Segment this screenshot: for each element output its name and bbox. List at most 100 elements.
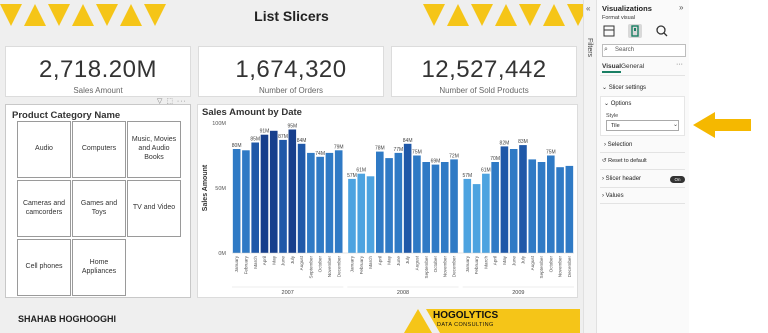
bar xyxy=(556,167,564,253)
month-tick-label: July xyxy=(405,255,410,264)
month-tick-label: April xyxy=(262,256,267,265)
bar xyxy=(376,151,384,253)
bar xyxy=(450,159,458,253)
data-label: 75M xyxy=(546,150,556,156)
kpi-label: Sales Amount xyxy=(73,86,123,95)
bar xyxy=(242,150,250,253)
kpi-card-number-of-sold-products[interactable]: 12,527,442 Number of Sold Products xyxy=(391,46,577,97)
values-section[interactable]: › Values xyxy=(602,193,624,199)
month-tick-label: February xyxy=(359,255,364,274)
bar xyxy=(463,178,472,253)
data-label: 78M xyxy=(375,146,385,152)
options-section[interactable]: ⌄ Options xyxy=(604,100,631,107)
bar xyxy=(403,143,412,253)
slicer-header-label: Slicer header xyxy=(605,176,642,182)
chevron-down-icon[interactable]: ⌄ xyxy=(673,121,678,128)
collapse-pane-icon[interactable]: » xyxy=(679,3,683,12)
data-label: 75M xyxy=(412,150,422,156)
bar xyxy=(394,152,403,253)
month-tick-label: June xyxy=(511,256,516,266)
year-tick-label: 2007 xyxy=(282,290,294,296)
slicer-tile-tv-video[interactable]: TV and Video xyxy=(127,180,181,237)
slicer-tile-games-toys[interactable]: Games and Toys xyxy=(72,180,126,237)
selection-section[interactable]: › Selection xyxy=(604,142,632,148)
month-tick-label: July xyxy=(290,255,295,264)
month-tick-label: May xyxy=(387,255,392,264)
bar xyxy=(334,150,343,253)
filters-pane-label[interactable]: Filters xyxy=(586,38,593,57)
more-options-icon[interactable]: ··· xyxy=(676,61,683,68)
bar xyxy=(440,162,449,253)
build-visual-icon[interactable] xyxy=(602,24,616,38)
slicer-settings-section[interactable]: ⌄ Slicer settings xyxy=(602,84,646,91)
pane-divider xyxy=(600,169,685,170)
tab-general[interactable]: General xyxy=(621,63,644,70)
visualizations-title: Visualizations xyxy=(602,4,652,13)
month-tick-label: October xyxy=(548,256,553,273)
kpi-card-number-of-orders[interactable]: 1,674,320 Number of Orders xyxy=(198,46,384,97)
product-category-slicer[interactable]: Product Category Name Audio Computers Mu… xyxy=(5,104,191,298)
month-tick-label: February xyxy=(474,255,479,274)
bar xyxy=(413,155,421,253)
data-label: 69M xyxy=(431,159,441,165)
month-tick-label: November xyxy=(442,256,447,278)
kpi-card-sales-amount[interactable]: 2,718.20M Sales Amount xyxy=(5,46,191,97)
data-label: 80M xyxy=(232,143,242,149)
slicer-tile-cell-phones[interactable]: Cell phones xyxy=(17,239,71,296)
month-tick-label: January xyxy=(465,255,470,272)
report-canvas: List Slicers 2,718.20M Sales Amount 1,67… xyxy=(0,0,583,333)
reset-to-default-link[interactable]: ↺ Reset to default xyxy=(602,158,647,164)
bar xyxy=(316,156,324,253)
slicer-header-toggle[interactable]: On xyxy=(670,176,685,183)
slicer-tile-audio[interactable]: Audio xyxy=(17,121,71,178)
month-tick-label: June xyxy=(396,256,401,266)
bar xyxy=(482,173,490,253)
expand-filters-icon[interactable]: « xyxy=(586,4,590,13)
y-tick-label: 0M xyxy=(218,251,226,257)
analytics-icon[interactable] xyxy=(655,24,669,38)
month-tick-label: August xyxy=(530,255,535,270)
slicer-tile-home-appliances[interactable]: Home Appliances xyxy=(72,239,126,296)
visualizations-pane: Visualizations » Format visual Search xyxy=(596,0,689,333)
slicer-tile-cameras-camcorders[interactable]: Cameras and camcorders xyxy=(17,180,71,237)
month-tick-label: February xyxy=(244,255,249,274)
values-label: Values xyxy=(605,193,624,199)
bar xyxy=(288,129,297,253)
month-tick-label: November xyxy=(327,256,332,278)
month-tick-label: January xyxy=(234,255,239,272)
brand-logo-text: HOGOLYTICS xyxy=(433,310,499,321)
search-icon: ⌕ xyxy=(604,46,608,53)
slicer-tile-computers[interactable]: Computers xyxy=(72,121,126,178)
month-tick-label: May xyxy=(502,255,507,264)
month-tick-label: December xyxy=(452,256,457,278)
style-label: Style xyxy=(606,113,619,119)
data-label: 84M xyxy=(297,138,307,144)
slicer-tile-music-movies-audio-books[interactable]: Music, Movies and Audio Books xyxy=(127,121,181,178)
style-dropdown[interactable]: Tile xyxy=(606,120,679,131)
bar xyxy=(279,139,287,253)
month-tick-label: December xyxy=(336,256,341,278)
bar xyxy=(500,146,509,253)
month-tick-label: March xyxy=(253,256,258,269)
callout-arrow-icon xyxy=(693,112,751,138)
kpi-value: 2,718.20M xyxy=(39,56,157,83)
bar xyxy=(260,134,269,253)
search-input[interactable]: Search xyxy=(602,44,686,57)
data-label: 77M xyxy=(393,147,403,153)
month-tick-label: October xyxy=(318,256,323,273)
slicer-header-section[interactable]: › Slicer header xyxy=(602,176,641,182)
bar xyxy=(269,130,278,253)
bar xyxy=(519,145,527,253)
bar xyxy=(348,178,356,253)
bar xyxy=(325,152,334,253)
bar xyxy=(297,143,306,253)
bar xyxy=(251,142,259,253)
data-label: 83M xyxy=(518,139,528,145)
tab-visual[interactable]: Visual xyxy=(602,63,622,73)
selection-label: Selection xyxy=(607,142,633,148)
month-tick-label: September xyxy=(424,256,429,279)
brand-subtitle: DATA CONSULTING xyxy=(437,322,494,328)
format-visual-label: Format visual xyxy=(602,15,636,21)
format-visual-icon[interactable] xyxy=(628,24,642,38)
sales-by-date-chart[interactable]: Sales Amount by Date Sales Amount 0M 50M 10… xyxy=(197,104,578,298)
